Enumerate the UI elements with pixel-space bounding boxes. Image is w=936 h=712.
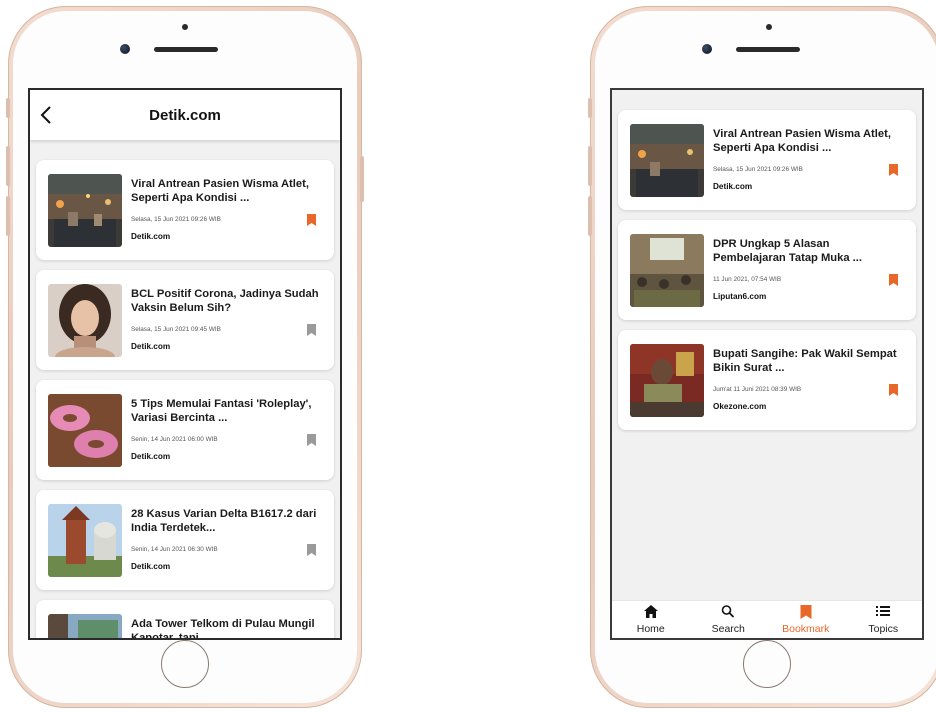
bottom-navigation: Home Search Bookmark Topics [612,600,922,638]
volume-up-button [588,146,592,186]
article-thumbnail [630,344,704,417]
bookmark-icon[interactable] [889,164,898,176]
article-date: Selasa, 15 Jun 2021 09:26 WIB [713,166,803,173]
list-icon [876,606,891,616]
article-thumbnail [48,284,122,357]
mute-switch [588,98,592,118]
nav-label: Bookmark [782,623,830,635]
power-button [360,156,364,202]
article-date: 11 Jun 2021, 07:54 WIB [713,276,782,283]
bookmark-icon[interactable] [307,214,316,226]
home-icon [643,605,658,618]
mute-switch [6,98,10,118]
article-source: Detik.com [131,232,171,241]
home-button[interactable] [161,640,209,688]
article-card[interactable]: Ada Tower Telkom di Pulau Mungil Kapotar… [36,600,334,640]
phone-frame-left: Detik.com Viral Antrean Pasien Wisma Atl… [6,6,364,708]
nav-label: Search [711,623,745,635]
nav-label: Home [636,623,665,635]
article-date: Senin, 14 Jun 2021 06:30 WIB [131,546,218,553]
article-thumbnail [630,234,704,307]
volume-up-button [6,146,10,186]
article-card[interactable]: Viral Antrean Pasien Wisma Atlet, Sepert… [36,160,334,260]
bookmark-icon[interactable] [889,384,898,396]
front-camera [702,44,712,54]
app-header: Detik.com [30,90,340,140]
article-thumbnail [630,124,704,197]
volume-down-button [588,196,592,236]
chevron-left-icon[interactable] [38,104,56,126]
proximity-sensor [182,24,188,30]
article-thumbnail [48,174,122,247]
search-icon [721,605,735,618]
bookmark-icon [800,605,812,619]
article-date: Jum'at 11 Juni 2021 08:39 WIB [713,386,802,393]
nav-search[interactable]: Search [690,601,768,638]
phone-frame-right: Viral Antrean Pasien Wisma Atlet, Sepert… [588,6,936,708]
page-title: Detik.com [149,106,221,124]
volume-down-button [6,196,10,236]
article-title: Viral Antrean Pasien Wisma Atlet, Sepert… [713,128,891,154]
nav-topics[interactable]: Topics [845,601,923,638]
nav-home[interactable]: Home [612,601,690,638]
article-title: Ada Tower Telkom di Pulau Mungil Kapotar… [131,618,315,640]
article-title: DPR Ungkap 5 Alasan Pembelajaran Tatap M… [713,238,863,264]
earpiece-speaker [154,47,218,52]
article-thumbnail [48,504,122,577]
article-date: Senin, 14 Jun 2021 06:00 WIB [131,436,218,443]
article-title: BCL Positif Corona, Jadinya Sudah Vaksin… [131,288,319,314]
article-source: Detik.com [131,342,171,351]
article-source: Detik.com [713,182,753,191]
bookmark-icon[interactable] [307,544,316,556]
article-thumbnail [48,394,122,467]
screen-source-articles: Detik.com Viral Antrean Pasien Wisma Atl… [28,88,342,640]
article-title: Bupati Sangihe: Pak Wakil Sempat Bikin S… [713,348,897,374]
article-card[interactable]: Bupati Sangihe: Pak Wakil Sempat Bikin S… [618,330,916,430]
article-date: Selasa, 15 Jun 2021 09:45 WIB [131,326,221,333]
article-title: 28 Kasus Varian Delta B1617.2 dari India… [131,508,317,534]
article-card[interactable]: BCL Positif Corona, Jadinya Sudah Vaksin… [36,270,334,370]
article-date: Selasa, 15 Jun 2021 09:26 WIB [131,216,221,223]
article-source: Detik.com [131,562,171,571]
bookmark-icon[interactable] [307,434,316,446]
article-title: Viral Antrean Pasien Wisma Atlet, Sepert… [131,178,309,204]
article-source: Liputan6.com [713,292,767,301]
article-card[interactable]: 5 Tips Memulai Fantasi 'Roleplay', Varia… [36,380,334,480]
article-card[interactable]: Viral Antrean Pasien Wisma Atlet, Sepert… [618,110,916,210]
article-list: Viral Antrean Pasien Wisma Atlet, Sepert… [30,140,340,640]
article-thumbnail [48,614,122,638]
proximity-sensor [766,24,772,30]
earpiece-speaker [736,47,800,52]
bookmark-list: Viral Antrean Pasien Wisma Atlet, Sepert… [612,90,922,430]
bookmark-icon[interactable] [889,274,898,286]
front-camera [120,44,130,54]
article-card[interactable]: DPR Ungkap 5 Alasan Pembelajaran Tatap M… [618,220,916,320]
article-card[interactable]: 28 Kasus Varian Delta B1617.2 dari India… [36,490,334,590]
home-button[interactable] [743,640,791,688]
bookmark-icon[interactable] [307,324,316,336]
article-title: 5 Tips Memulai Fantasi 'Roleplay', Varia… [131,398,312,424]
article-source: Detik.com [131,452,171,461]
nav-label: Topics [868,623,899,635]
screen-bookmarks: Viral Antrean Pasien Wisma Atlet, Sepert… [610,88,924,640]
article-source: Okezone.com [713,402,767,411]
nav-bookmark[interactable]: Bookmark [767,601,845,638]
